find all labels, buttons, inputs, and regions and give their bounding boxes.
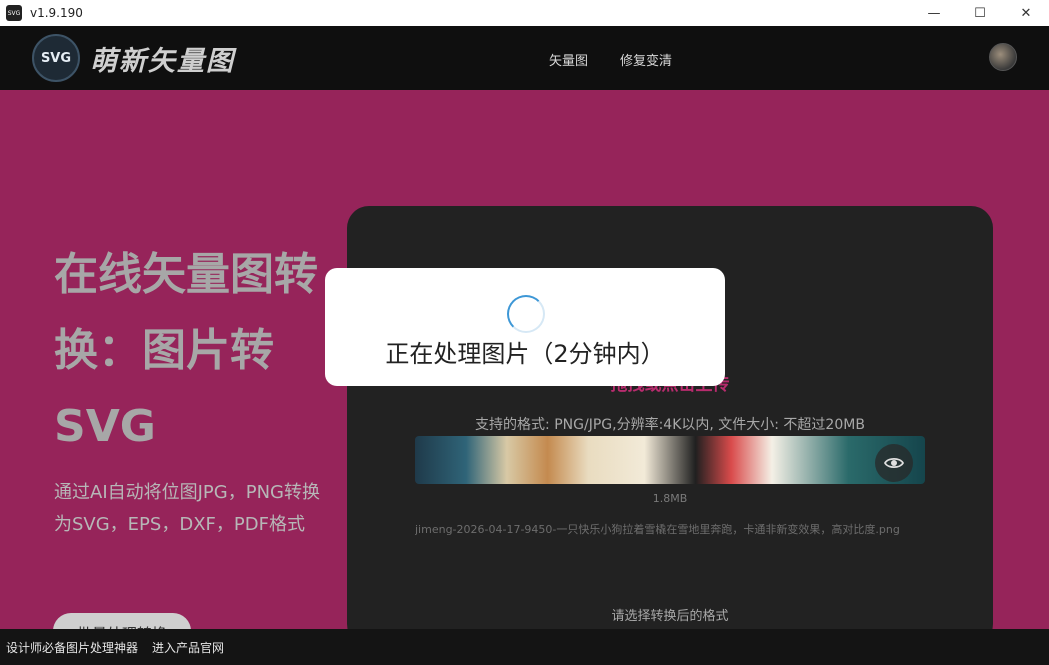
batch-convert-button[interactable]: 批量处理转换 [53,613,191,629]
hero-title: 在线矢量图转换：图片转SVG [54,249,318,452]
loading-spinner-icon [507,295,545,333]
image-preview-thumbnail [415,436,925,484]
user-avatar[interactable] [989,43,1017,71]
brand-logo[interactable]: SVG 萌新矢量图 [32,34,235,82]
app-icon: SVG [6,5,22,21]
app-version: v1.9.190 [30,6,83,20]
main-nav: 矢量图 修复变清 [549,50,672,69]
footer-link-designer-tool[interactable]: 设计师必备图片处理神器 [6,639,138,656]
window-titlebar: SVG v1.9.190 — ☐ ✕ [0,0,1049,26]
choose-format-label: 请选择转换后的格式 [611,609,729,624]
footer-bar: 设计师必备图片处理神器 进入产品官网 [0,629,1049,665]
logo-text: 萌新矢量图 [90,45,235,77]
logo-mark-icon: SVG [32,34,80,82]
nav-item-vector[interactable]: 矢量图 [549,50,588,69]
processing-dialog: 正在处理图片（2分钟内） [325,268,725,386]
minimize-button[interactable]: — [911,0,957,26]
top-navbar: SVG 萌新矢量图 矢量图 修复变清 [0,26,1049,90]
processing-message: 正在处理图片（2分钟内） [385,340,665,368]
preview-eye-icon[interactable] [875,444,913,482]
nav-item-restore[interactable]: 修复变清 [620,50,672,69]
file-name: jimeng-2026-04-17-9450-一只快乐小狗拉着雪橇在雪地里奔跑，… [415,523,900,536]
window-controls: — ☐ ✕ [911,0,1049,26]
supported-formats-text: 支持的格式: PNG/JPG,分辨率:4K以内, 文件大小: 不超过20MB [475,417,865,433]
maximize-button[interactable]: ☐ [957,0,1003,26]
footer-link-official-site[interactable]: 进入产品官网 [152,639,224,656]
hero-subtitle: 通过AI自动将位图JPG，PNG转换为SVG，EPS，DXF，PDF格式 [54,482,320,535]
file-size: 1.8MB [652,492,688,505]
close-button[interactable]: ✕ [1003,0,1049,26]
